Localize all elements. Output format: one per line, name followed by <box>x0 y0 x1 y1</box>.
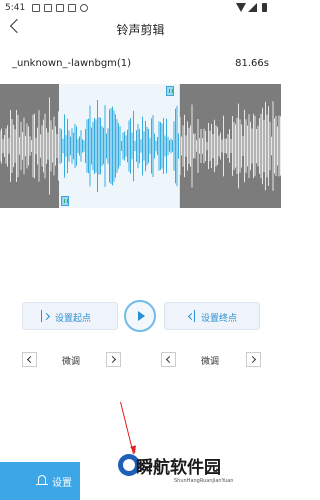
settings-button[interactable]: 设置 <box>0 462 80 500</box>
arrow-right-icon <box>42 312 51 321</box>
watermark-title: 瞬航软件园 <box>136 458 221 478</box>
chevron-left-icon <box>165 355 174 364</box>
set-end-label: 设置终点 <box>201 314 238 324</box>
end-decrease-button[interactable] <box>161 352 176 367</box>
battery-icon <box>262 3 267 12</box>
file-info: _unknown_-lawnbgm(1) 81.66s <box>0 56 281 74</box>
play-button[interactable] <box>124 300 156 332</box>
settings-label: 设置 <box>52 478 72 489</box>
start-handle[interactable] <box>61 196 69 206</box>
page-title: 铃声剪辑 <box>116 23 165 37</box>
start-increase-button[interactable] <box>106 352 121 367</box>
set-end-button[interactable]: 设置终点 <box>164 302 260 330</box>
chevron-right-icon <box>248 355 257 364</box>
signal-icon <box>248 3 257 12</box>
set-start-button[interactable]: 设置起点 <box>22 302 118 330</box>
start-fine-tune-label: 微调 <box>62 357 81 367</box>
play-icon <box>138 311 145 321</box>
notification-icon <box>44 4 52 12</box>
start-decrease-button[interactable] <box>22 352 37 367</box>
end-increase-button[interactable] <box>246 352 261 367</box>
end-marker-icon <box>194 310 195 322</box>
status-time: 5:41 <box>5 3 26 13</box>
app-icon <box>56 4 64 12</box>
waveform-editor[interactable] <box>0 84 281 208</box>
status-bar: 5:41 <box>0 0 281 18</box>
wifi-icon <box>236 3 246 12</box>
grid-icon <box>32 4 40 12</box>
chevron-left-icon <box>26 355 35 364</box>
end-handle[interactable] <box>166 86 174 96</box>
watermark-subtitle: ShunHangRuanJianYuan <box>174 478 234 484</box>
file-name: _unknown_-lawnbgm(1) <box>12 58 132 69</box>
fine-tune-row: 微调 微调 <box>0 350 281 370</box>
watermark-logo: 瞬航软件园 ShunHangRuanJianYuan <box>114 448 264 500</box>
end-fine-tune-label: 微调 <box>201 357 220 367</box>
file-duration: 81.66s <box>235 58 269 69</box>
bell-icon <box>36 475 48 485</box>
waveform[interactable] <box>0 84 281 208</box>
app-icon <box>68 4 76 12</box>
edit-controls: 设置起点 设置终点 <box>0 300 281 334</box>
set-start-label: 设置起点 <box>55 314 92 324</box>
app-header: 铃声剪辑 <box>0 18 281 42</box>
dot-icon <box>80 4 88 12</box>
chevron-right-icon <box>108 355 117 364</box>
